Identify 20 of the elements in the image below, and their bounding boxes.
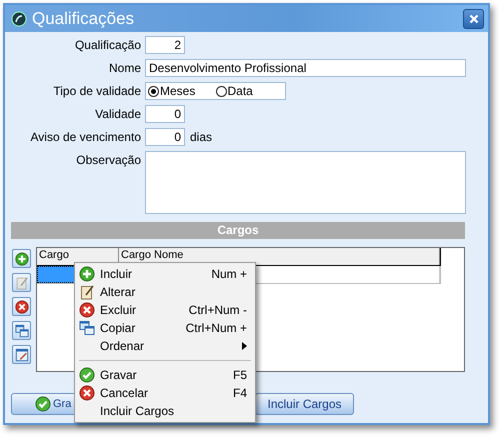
section-header: Cargos: [11, 222, 465, 239]
field-label: Validade: [94, 106, 141, 123]
field-label: Tipo de validade: [52, 83, 141, 100]
field-label: Qualificação: [74, 37, 141, 54]
field-label: Nome: [108, 60, 141, 77]
shortcut-label: Ctrl+Num -: [188, 303, 247, 317]
menu-label: Copiar: [100, 321, 136, 335]
menu-label: Alterar: [100, 285, 136, 299]
unit-label: dias: [190, 130, 212, 144]
menu-label: Gravar: [100, 368, 138, 382]
menu-label: Excluir: [100, 303, 138, 317]
menu-label: Ordenar: [100, 339, 146, 353]
shortcut-label: Num +: [211, 267, 247, 281]
shortcut-label: F5: [232, 368, 247, 382]
field-label: Observação: [75, 152, 141, 169]
field-label: Aviso de vencimento: [29, 129, 141, 146]
shortcut-label: Ctrl+Num +: [186, 321, 247, 335]
menu-label: Incluir: [100, 267, 134, 281]
window-title: Qualificações: [32, 8, 136, 28]
shortcut-label: F4: [232, 386, 247, 400]
